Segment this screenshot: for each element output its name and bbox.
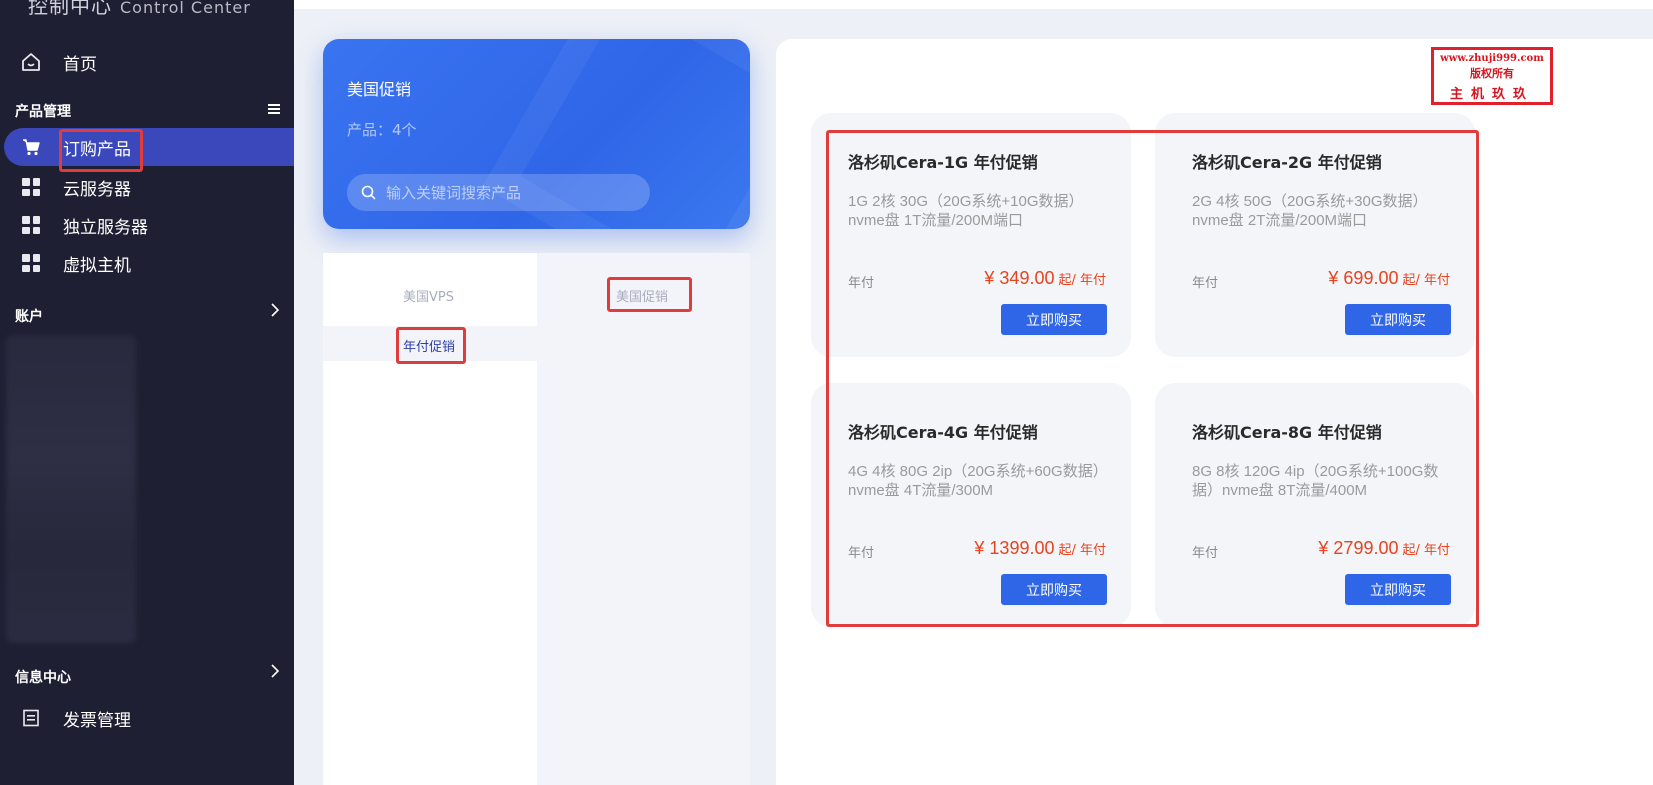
sidebar-item-label: 订购产品 <box>63 139 131 160</box>
section-label: 账户 <box>15 309 43 325</box>
product-card: 洛杉矶Cera-2G 年付促销 2G 4核 50G（20G系统+30G数据） n… <box>1155 113 1475 357</box>
product-description: 2G 4核 50G（20G系统+30G数据） nvme盘 2T流量/200M端口 <box>1192 193 1428 229</box>
price-unit: 起/ 年付 <box>1402 543 1450 558</box>
sidebar-item-home[interactable]: 首页 <box>0 43 97 81</box>
home-icon <box>20 51 42 73</box>
product-count: 产品：4个 <box>347 121 417 139</box>
blurred-account-menu <box>6 335 136 643</box>
grid-icon <box>20 176 42 198</box>
product-price: ¥ 1399.00 起/ 年付 <box>974 538 1106 559</box>
section-label: 信息中心 <box>15 670 71 686</box>
product-description: 1G 2核 30G（20G系统+10G数据） nvme盘 1T流量/200M端口 <box>848 193 1084 229</box>
sidebar-item-cloud-server[interactable]: 云服务器 <box>0 168 131 206</box>
banner-title: 美国促销 <box>347 80 412 99</box>
price-amount: ¥ 349.00 <box>984 268 1055 288</box>
subcategory-annual-promo[interactable]: 年付促销 <box>403 336 455 355</box>
sidebar-item-dedicated-server[interactable]: 独立服务器 <box>0 206 148 244</box>
product-price: ¥ 699.00 起/ 年付 <box>1328 268 1450 289</box>
watermark-url: www.zhuji999.com <box>1440 53 1544 64</box>
chevron-right-icon[interactable] <box>270 663 280 682</box>
category-us-vps[interactable]: 美国VPS <box>403 286 454 305</box>
category-us-promo[interactable]: 美国促销 <box>616 286 668 305</box>
billing-cycle: 年付 <box>848 546 875 561</box>
section-label: 产品管理 <box>15 104 71 120</box>
price-unit: 起/ 年付 <box>1058 273 1106 288</box>
brand-subtitle: Control Center <box>120 0 251 17</box>
sidebar-item-virtual-host[interactable]: 虚拟主机 <box>0 244 131 282</box>
billing-cycle: 年付 <box>1192 276 1219 291</box>
product-description: 4G 4核 80G 2ip（20G系统+60G数据） nvme盘 4T流量/30… <box>848 463 1108 499</box>
price-unit: 起/ 年付 <box>1402 273 1450 288</box>
product-description: 8G 8核 120G 4ip（20G系统+100G数据）nvme盘 8T流量/4… <box>1192 463 1439 499</box>
sidebar-item-label: 独立服务器 <box>63 217 148 238</box>
search-icon <box>361 185 376 200</box>
sidebar-item-order-product[interactable]: 订购产品 <box>4 128 294 166</box>
billing-cycle: 年付 <box>848 276 875 291</box>
sidebar-item-label: 云服务器 <box>63 179 131 200</box>
price-amount: ¥ 699.00 <box>1328 268 1399 288</box>
product-title: 洛杉矶Cera-8G 年付促销 <box>1192 423 1382 442</box>
product-title: 洛杉矶Cera-2G 年付促销 <box>1192 153 1382 172</box>
sidebar-item-label: 首页 <box>63 54 97 75</box>
category-list-right <box>537 253 750 785</box>
brand-title: 控制中心 <box>28 0 112 18</box>
grid-icon <box>20 252 42 274</box>
buy-now-button[interactable]: 立即购买 <box>1001 304 1107 335</box>
buy-now-button[interactable]: 立即购买 <box>1001 574 1107 605</box>
billing-cycle: 年付 <box>1192 546 1219 561</box>
menu-icon[interactable] <box>268 100 280 119</box>
top-bar <box>294 0 1653 9</box>
buy-now-button[interactable]: 立即购买 <box>1345 304 1451 335</box>
product-title: 洛杉矶Cera-4G 年付促销 <box>848 423 1038 442</box>
section-info-center[interactable]: 信息中心 <box>15 667 71 687</box>
buy-now-button[interactable]: 立即购买 <box>1345 574 1451 605</box>
sidebar-item-invoice[interactable]: 发票管理 <box>0 699 131 737</box>
watermark-brand: 主机玖玖 <box>1449 87 1534 102</box>
product-title: 洛杉矶Cera-1G 年付促销 <box>848 153 1038 172</box>
section-product-management: 产品管理 <box>15 101 71 121</box>
brand: 控制中心 Control Center <box>28 0 251 19</box>
chevron-right-icon[interactable] <box>270 302 280 321</box>
section-account[interactable]: 账户 <box>15 306 43 326</box>
sidebar-item-label: 发票管理 <box>63 710 131 731</box>
price-amount: ¥ 2799.00 <box>1318 538 1399 558</box>
price-amount: ¥ 1399.00 <box>974 538 1055 558</box>
product-price: ¥ 2799.00 起/ 年付 <box>1318 538 1450 559</box>
search-box[interactable] <box>347 174 650 211</box>
cart-icon <box>20 136 42 158</box>
watermark-copyright: 版权所有 <box>1470 67 1514 80</box>
product-card: 洛杉矶Cera-8G 年付促销 8G 8核 120G 4ip（20G系统+100… <box>1155 383 1475 627</box>
product-card: 洛杉矶Cera-4G 年付促销 4G 4核 80G 2ip（20G系统+60G数… <box>811 383 1131 627</box>
invoice-icon <box>20 707 42 729</box>
product-panel: 洛杉矶Cera-1G 年付促销 1G 2核 30G（20G系统+10G数据） n… <box>776 39 1653 785</box>
watermark-stamp: www.zhuji999.com 版权所有 主机玖玖 <box>1431 47 1553 105</box>
category-banner: 美国促销 产品：4个 <box>323 39 750 229</box>
grid-icon <box>20 214 42 236</box>
sidebar: 控制中心 Control Center 首页 产品管理 订购产品 云服务器 独立服… <box>0 0 294 785</box>
product-price: ¥ 349.00 起/ 年付 <box>984 268 1106 289</box>
product-card: 洛杉矶Cera-1G 年付促销 1G 2核 30G（20G系统+10G数据） n… <box>811 113 1131 357</box>
search-input[interactable] <box>384 182 634 203</box>
price-unit: 起/ 年付 <box>1058 543 1106 558</box>
sidebar-item-label: 虚拟主机 <box>63 255 131 276</box>
